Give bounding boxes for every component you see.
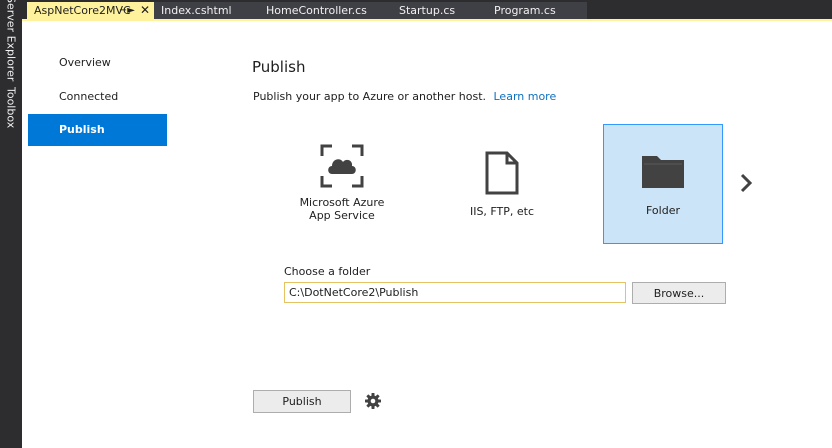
tab-label: AspNetCore2MVC <box>34 4 131 17</box>
tab-startup-cs[interactable]: Startup.cs <box>392 2 487 19</box>
tab-homecontroller-cs[interactable]: HomeController.cs <box>259 2 392 19</box>
nav-item-label: Publish <box>59 123 105 136</box>
nav-item-overview[interactable]: Overview <box>28 47 167 79</box>
server-explorer-tab[interactable]: Server Explorer <box>0 0 22 82</box>
pin-icon[interactable]: −► <box>119 2 135 19</box>
learn-more-link[interactable]: Learn more <box>494 90 557 103</box>
tab-label: Index.cshtml <box>161 4 232 17</box>
file-icon <box>485 151 519 195</box>
browse-button[interactable]: Browse... <box>632 282 726 304</box>
document-tab-bar: AspNetCore2MVC −► ✕ Index.cshtml HomeCon… <box>22 0 832 19</box>
target-iis-ftp[interactable]: IIS, FTP, etc <box>443 124 561 244</box>
nav-item-publish[interactable]: Publish <box>28 114 167 146</box>
target-label: IIS, FTP, etc <box>469 205 535 218</box>
toolbox-tab[interactable]: Toolbox <box>0 86 22 130</box>
subtitle-text: Publish your app to Azure or another hos… <box>253 90 486 103</box>
target-label: Microsoft Azure App Service <box>299 196 385 222</box>
target-label: Folder <box>646 204 680 217</box>
chevron-right-icon[interactable] <box>738 172 754 194</box>
tab-aspnetcore2mvc[interactable]: AspNetCore2MVC −► ✕ <box>27 2 154 19</box>
tab-label: Program.cs <box>494 4 556 17</box>
tab-label: HomeController.cs <box>266 4 367 17</box>
choose-folder-label: Choose a folder <box>284 265 371 278</box>
target-folder[interactable]: Folder <box>603 124 723 244</box>
publish-button[interactable]: Publish <box>253 390 351 413</box>
tab-program-cs[interactable]: Program.cs <box>487 2 587 19</box>
folder-icon <box>642 156 684 188</box>
page-subtitle: Publish your app to Azure or another hos… <box>253 90 556 103</box>
page-title: Publish <box>252 58 306 76</box>
tool-window-strip: Server Explorer Toolbox <box>0 0 22 448</box>
nav-item-connected-services[interactable]: Connected Services <box>28 81 167 135</box>
gear-icon[interactable] <box>365 393 381 409</box>
nav-item-label: Overview <box>59 56 111 69</box>
close-icon[interactable]: ✕ <box>140 2 150 19</box>
folder-path-input[interactable] <box>284 282 626 303</box>
server-explorer-label: Server Explorer <box>4 0 18 82</box>
toolbox-label: Toolbox <box>4 87 18 129</box>
tab-index-cshtml[interactable]: Index.cshtml <box>154 2 259 19</box>
target-azure-app-service[interactable]: Microsoft Azure App Service <box>283 124 401 244</box>
active-tab-underline <box>22 19 832 21</box>
azure-cloud-icon <box>320 144 364 188</box>
tab-label: Startup.cs <box>399 4 456 17</box>
